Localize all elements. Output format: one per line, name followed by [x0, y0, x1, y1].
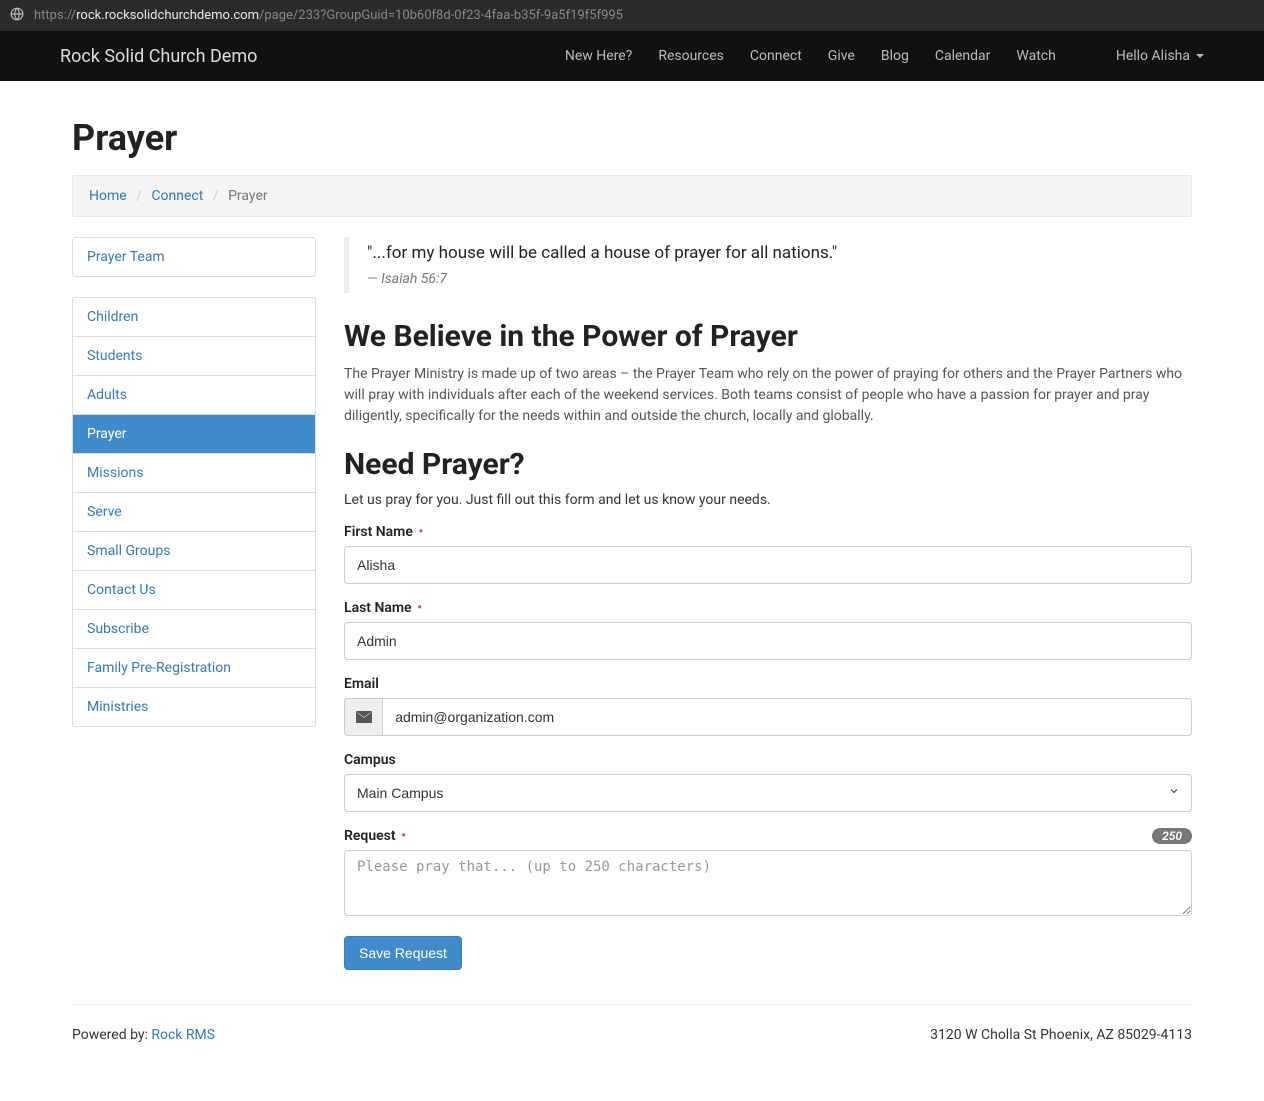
sidebar-link[interactable]: Ministries [73, 688, 315, 726]
breadcrumb-home[interactable]: Home [89, 188, 127, 204]
sidebar-item: Family Pre-Registration [73, 649, 315, 688]
sidebar-link[interactable]: Family Pre-Registration [73, 649, 315, 687]
last-name-label: Last Name • [344, 600, 1192, 616]
sidebar-link[interactable]: Small Groups [73, 532, 315, 570]
campus-label: Campus [344, 752, 1192, 768]
scripture-quote: "...for my house will be called a house … [344, 237, 1192, 293]
sidebar-link[interactable]: Subscribe [73, 610, 315, 648]
sidebar-item: Ministries [73, 688, 315, 726]
campus-select[interactable] [344, 774, 1192, 812]
sidebar-item: Small Groups [73, 532, 315, 571]
sidebar-item: Serve [73, 493, 315, 532]
email-input[interactable] [382, 698, 1192, 736]
nav-link-connect[interactable]: Connect [750, 48, 802, 64]
request-label: Request • [344, 828, 406, 844]
globe-icon [10, 7, 24, 25]
top-navigation: Rock Solid Church Demo New Here? Resourc… [0, 31, 1264, 81]
sidebar-link[interactable]: Children [73, 298, 315, 336]
sidebar-link[interactable]: Adults [73, 376, 315, 414]
sidebar-item: Prayer [73, 415, 315, 454]
sidebar-list-main: ChildrenStudentsAdultsPrayerMissionsServ… [72, 297, 316, 727]
page-title: Prayer [72, 117, 1192, 159]
sidebar-link[interactable]: Missions [73, 454, 315, 492]
user-menu[interactable]: Hello Alisha [1116, 48, 1204, 64]
breadcrumb: Home / Connect / Prayer [72, 175, 1192, 217]
section-sub-need: Let us pray for you. Just fill out this … [344, 492, 1192, 508]
caret-down-icon [1196, 54, 1204, 58]
sidebar-item: Students [73, 337, 315, 376]
nav-link-resources[interactable]: Resources [658, 48, 724, 64]
main-content: "...for my house will be called a house … [344, 237, 1192, 970]
nav-link-calendar[interactable]: Calendar [935, 48, 991, 64]
sidebar-item: Adults [73, 376, 315, 415]
first-name-label: First Name • [344, 524, 1192, 540]
url-text[interactable]: https://rock.rocksolidchurchdemo.com/pag… [34, 8, 623, 23]
sidebar-link[interactable]: Students [73, 337, 315, 375]
request-textarea[interactable] [344, 850, 1192, 916]
sidebar-link[interactable]: Contact Us [73, 571, 315, 609]
sidebar-item: Missions [73, 454, 315, 493]
sidebar-link[interactable]: Serve [73, 493, 315, 531]
first-name-input[interactable] [344, 546, 1192, 584]
sidebar: Prayer Team ChildrenStudentsAdultsPrayer… [72, 237, 316, 970]
sidebar-item: Children [73, 298, 315, 337]
breadcrumb-connect[interactable]: Connect [151, 188, 203, 204]
nav-link-watch[interactable]: Watch [1016, 48, 1055, 64]
envelope-icon [344, 698, 382, 736]
email-label: Email [344, 676, 1192, 692]
powered-by: Powered by: Rock RMS [72, 1027, 215, 1043]
section-heading-need: Need Prayer? [344, 447, 1192, 482]
char-counter-badge: 250 [1152, 828, 1192, 844]
browser-address-bar: https://rock.rocksolidchurchdemo.com/pag… [0, 0, 1264, 31]
nav-links: New Here? Resources Connect Give Blog Ca… [565, 48, 1056, 64]
sidebar-item: Subscribe [73, 610, 315, 649]
sidebar-item-prayerteam: Prayer Team [73, 238, 315, 276]
nav-link-give[interactable]: Give [828, 48, 855, 64]
last-name-input[interactable] [344, 622, 1192, 660]
save-request-button[interactable]: Save Request [344, 936, 462, 970]
rock-rms-link[interactable]: Rock RMS [151, 1027, 215, 1043]
footer: Powered by: Rock RMS 3120 W Cholla St Ph… [72, 1004, 1192, 1083]
sidebar-link[interactable]: Prayer [73, 415, 315, 453]
nav-link-newhere[interactable]: New Here? [565, 48, 632, 64]
sidebar-item: Contact Us [73, 571, 315, 610]
footer-address: 3120 W Cholla St Phoenix, AZ 85029-4113 [930, 1027, 1192, 1043]
nav-link-blog[interactable]: Blog [881, 48, 909, 64]
breadcrumb-current: Prayer [228, 188, 268, 204]
section-heading-believe: We Believe in the Power of Prayer [344, 319, 1192, 354]
sidebar-list-top: Prayer Team [72, 237, 316, 277]
section-body-believe: The Prayer Ministry is made up of two ar… [344, 364, 1192, 427]
brand-title[interactable]: Rock Solid Church Demo [60, 46, 257, 67]
